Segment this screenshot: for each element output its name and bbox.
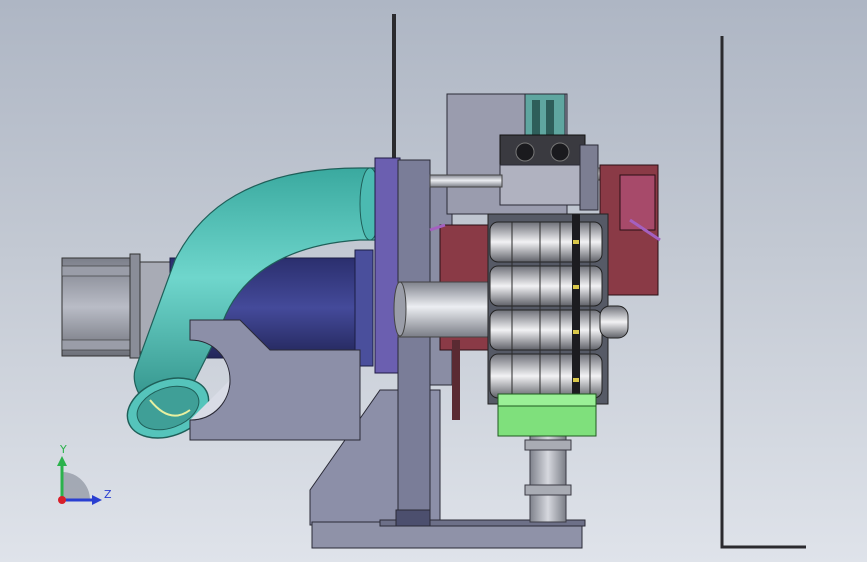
roller-stack <box>487 213 629 405</box>
green-block <box>497 393 597 437</box>
origin-icon <box>58 496 66 504</box>
bolt-icon <box>550 142 570 162</box>
main-shaft <box>397 281 499 338</box>
guide-rod-upper <box>429 174 503 188</box>
upper-bracket <box>446 93 599 215</box>
cad-model-scene[interactable]: Y Z <box>0 0 867 562</box>
triad-plane-icon <box>62 472 90 500</box>
cad-viewport[interactable]: Y Z <box>0 0 867 562</box>
y-axis-arrow-icon <box>57 456 67 466</box>
axis-triad: Y Z <box>57 443 112 505</box>
y-axis-label: Y <box>59 443 67 456</box>
l-frame-right <box>720 36 806 549</box>
z-axis-arrow-icon <box>92 495 102 505</box>
vertical-rod-left <box>392 14 396 164</box>
bolt-icon <box>515 142 535 162</box>
z-axis-label: Z <box>104 488 112 501</box>
